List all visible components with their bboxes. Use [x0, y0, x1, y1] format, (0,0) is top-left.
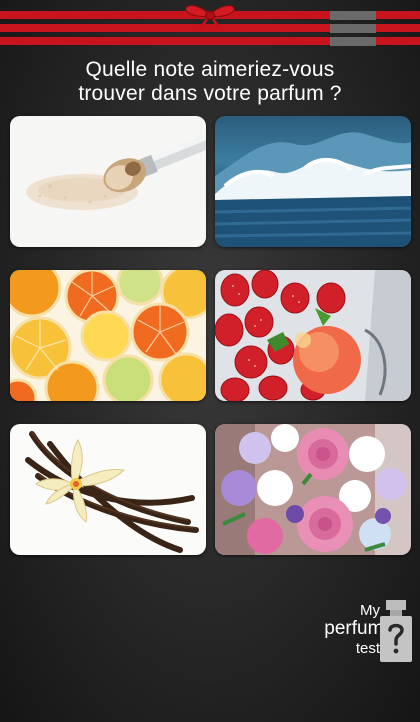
citrus-slices-image [10, 270, 206, 401]
question-line-2: trouver dans votre parfum ? [78, 82, 342, 105]
note-option-marine[interactable] [215, 116, 411, 247]
note-option-vanilla[interactable] [10, 424, 206, 555]
hamburger-menu-button[interactable] [330, 8, 376, 48]
logo-text-my: My [360, 602, 380, 619]
app-logo: My perfume test [312, 600, 416, 666]
note-option-fruity[interactable] [215, 270, 411, 401]
note-option-powder[interactable] [10, 116, 206, 247]
hamburger-menu-icon [330, 11, 376, 20]
note-option-floral[interactable] [215, 424, 411, 555]
note-option-citrus[interactable] [10, 270, 206, 401]
perfume-bottle-question-icon [380, 600, 412, 662]
vanilla-flower-image [10, 424, 206, 555]
ocean-wave-image [215, 116, 411, 247]
question-line-1: Quelle note aimeriez-vous [85, 58, 335, 81]
header-stripes-left [0, 0, 330, 50]
logo-text-test: test [355, 640, 380, 657]
powder-brush-image [10, 116, 206, 247]
flower-bouquet-image [215, 424, 411, 555]
question-title: Quelle note aimeriez-vous trouver dans v… [0, 58, 420, 106]
app-header [0, 0, 420, 50]
strawberries-peach-image [215, 270, 411, 401]
red-bow-icon [185, 5, 235, 29]
header-stripes-right [376, 0, 420, 50]
